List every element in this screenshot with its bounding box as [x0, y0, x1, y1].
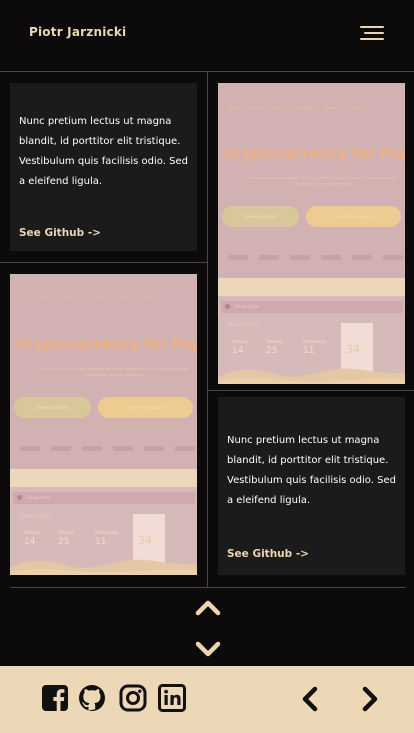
menu-line — [360, 38, 384, 40]
site-header: Piotr Jarznicki — [0, 0, 414, 70]
preview-primary-button: Download Wallet — [222, 206, 299, 227]
preview-stat: Tuesday 25 — [266, 339, 283, 356]
brand-name[interactable]: Piotr Jarznicki — [29, 25, 126, 39]
website-preview: Home Features About Blog Styles Gallery … — [10, 274, 197, 575]
divider — [207, 390, 414, 391]
preview-stat: Monday 14 — [232, 339, 248, 356]
preview-partner-logos — [228, 255, 403, 263]
instagram-icon[interactable] — [119, 684, 147, 712]
github-link[interactable]: See Github -> — [227, 548, 309, 560]
preview-nav: Home Features About Blog Styles Gallery … — [228, 105, 363, 110]
preview-wallet-bar: Edney Orias — [221, 301, 403, 313]
divider — [207, 71, 208, 587]
project-screenshot[interactable]: Home Features About Blog Styles Gallery … — [10, 274, 197, 575]
preview-secondary-button: Get a Free Account — [98, 397, 193, 418]
preview-wave — [218, 368, 405, 384]
preview-partner-logos — [20, 446, 195, 454]
chevron-down-icon[interactable] — [195, 640, 221, 658]
project-description: Nunc pretium lectus ut magna blandit, id… — [227, 435, 396, 506]
chevron-up-icon[interactable] — [195, 598, 221, 616]
preview-wallet-bar: Edney Orias — [13, 492, 195, 504]
preview-stat: Tuesday 25 — [58, 530, 75, 547]
project-screenshot[interactable]: Home Features About Blog Styles Gallery … — [218, 83, 405, 384]
preview-stat: Monday 14 — [24, 530, 40, 547]
menu-line — [364, 32, 384, 34]
preview-subtitle: BixCoin is an open source, global paymen… — [41, 366, 189, 377]
preview-stat: Wednesday 11 — [303, 339, 327, 356]
preview-title: Cryptocurrency for Payments — [16, 337, 197, 353]
preview-activity-label: Project Activity — [20, 513, 50, 518]
project-card: Nunc pretium lectus ut magna blandit, id… — [218, 397, 405, 575]
menu-line — [360, 26, 384, 28]
preview-subtitle: BixCoin is an open source, global paymen… — [249, 175, 397, 186]
chevron-right-icon[interactable] — [359, 686, 381, 712]
facebook-icon[interactable] — [41, 684, 69, 712]
project-description: Nunc pretium lectus ut magna blandit, id… — [19, 116, 188, 187]
hamburger-menu-button[interactable] — [356, 22, 386, 44]
linkedin-icon[interactable] — [158, 684, 186, 712]
divider — [0, 262, 207, 263]
preview-wave — [10, 559, 197, 575]
preview-nav: Home Features About Blog Styles Gallery … — [20, 296, 155, 301]
preview-title: Cryptocurrency for Payments — [224, 146, 405, 162]
website-preview: Home Features About Blog Styles Gallery … — [218, 83, 405, 384]
preview-activity-label: Project Activity — [228, 322, 258, 327]
divider — [10, 587, 406, 588]
preview-secondary-button: Get a Free Account — [306, 206, 401, 227]
preview-stat: Wednesday 11 — [95, 530, 119, 547]
project-card: Nunc pretium lectus ut magna blandit, id… — [10, 83, 197, 251]
github-icon[interactable] — [78, 684, 106, 712]
preview-primary-button: Download Wallet — [14, 397, 91, 418]
site-footer — [0, 666, 414, 733]
chevron-left-icon[interactable] — [299, 686, 321, 712]
github-link[interactable]: See Github -> — [19, 227, 101, 239]
